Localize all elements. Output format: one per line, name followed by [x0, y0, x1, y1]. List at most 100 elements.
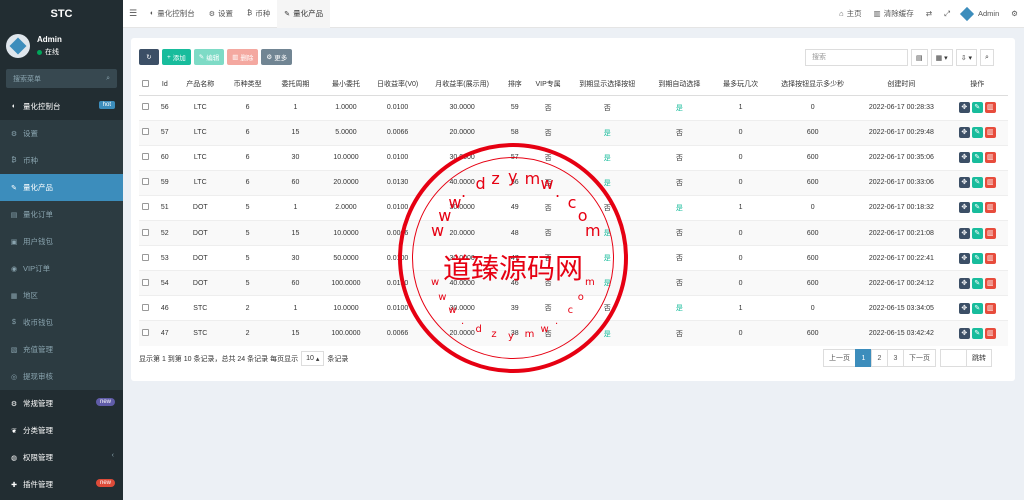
admin-menu[interactable]: Admin: [956, 6, 1005, 21]
move-icon[interactable]: ✥: [958, 227, 970, 239]
trash-icon[interactable]: ▥: [984, 252, 996, 264]
sidebar-item-1[interactable]: ⚙ 设置: [0, 120, 123, 147]
edit-icon[interactable]: ✎: [971, 252, 983, 264]
column-header[interactable]: 最小委托: [319, 74, 373, 96]
edit-icon[interactable]: ✎: [971, 328, 983, 340]
table-row[interactable]: 51 DOT 5 1 2.0000 0.0100 30.0000 49 否否是 1 0 2022-06…: [139, 194, 1008, 221]
column-header[interactable]: 最多玩几次: [712, 74, 770, 96]
edit-icon[interactable]: ✎: [971, 227, 983, 239]
row-checkbox[interactable]: [142, 203, 150, 211]
sidebar-item-5[interactable]: ▣ 用户钱包: [0, 228, 123, 255]
prev-page-button[interactable]: 上一页: [823, 349, 856, 367]
edit-icon[interactable]: ✎: [971, 152, 983, 164]
sidebar-item-14[interactable]: ✚ 插件管理 new: [0, 471, 123, 498]
sidebar-item-2[interactable]: ₿ 币种: [0, 147, 123, 174]
column-header[interactable]: 到期显示选择按钮: [568, 74, 647, 96]
row-checkbox[interactable]: [142, 228, 150, 236]
table-row[interactable]: 47 STC 2 15 100.0000 0.0066 20.0000 38 否是否 0 600 20…: [139, 320, 1008, 346]
row-checkbox[interactable]: [142, 303, 150, 311]
trash-icon[interactable]: ▥: [984, 202, 996, 214]
edit-button[interactable]: ✎ 编辑: [193, 49, 225, 65]
search-icon[interactable]: ⌕: [980, 49, 994, 66]
column-header[interactable]: 日收益率(V0): [372, 74, 423, 96]
search-icon[interactable]: ⌕: [106, 75, 110, 83]
column-header[interactable]: VIP专属: [528, 74, 569, 96]
column-header[interactable]: 创建时间: [856, 74, 947, 96]
move-icon[interactable]: ✥: [958, 328, 970, 340]
sidebar-item-3[interactable]: ✎ 量化产品: [0, 174, 123, 201]
trash-icon[interactable]: ▥: [984, 152, 996, 164]
page-button[interactable]: 1: [855, 349, 872, 367]
sidebar-item-12[interactable]: ❦ 分类管理: [0, 417, 123, 444]
jump-button[interactable]: 跳转: [966, 349, 992, 367]
sidebar-item-13[interactable]: ◍ 权限管理 ‹: [0, 444, 123, 471]
toggle-view-icon[interactable]: ▤: [911, 49, 928, 66]
refresh-button[interactable]: ↻: [139, 49, 159, 65]
move-icon[interactable]: ✥: [958, 202, 970, 214]
table-row[interactable]: 59 LTC 6 60 20.0000 0.0130 40.0000 56 否是否 0 600 202…: [139, 169, 1008, 196]
page-button[interactable]: 2: [871, 349, 888, 367]
column-header[interactable]: 币种类型: [223, 74, 272, 96]
translate-icon[interactable]: ⇄: [920, 9, 938, 18]
settings-icon[interactable]: ⚙: [1005, 9, 1024, 18]
tab-3[interactable]: ✎ 量化产品: [277, 0, 331, 28]
edit-icon[interactable]: ✎: [971, 277, 983, 289]
row-checkbox[interactable]: [142, 178, 150, 186]
row-checkbox[interactable]: [142, 278, 150, 286]
menu-toggle-icon[interactable]: ☰: [123, 8, 143, 19]
column-header[interactable]: Id: [152, 74, 177, 96]
columns-icon[interactable]: ▦ ▾: [930, 49, 953, 66]
edit-icon[interactable]: ✎: [971, 127, 983, 139]
next-page-button[interactable]: 下一页: [903, 349, 936, 367]
tab-2[interactable]: ₿ 币种: [240, 0, 277, 28]
sidebar-item-11[interactable]: ⚙ 常规管理 new: [0, 390, 123, 417]
column-header[interactable]: 到期自动选择: [646, 74, 713, 96]
move-icon[interactable]: ✥: [958, 302, 970, 314]
row-checkbox[interactable]: [142, 329, 150, 337]
row-checkbox[interactable]: [142, 128, 150, 136]
move-icon[interactable]: ✥: [958, 102, 970, 114]
trash-icon[interactable]: ▥: [984, 328, 996, 340]
trash-icon[interactable]: ▥: [984, 277, 996, 289]
delete-button[interactable]: ▥ 删除: [227, 49, 259, 65]
sidebar-item-10[interactable]: ◎ 提现审核: [0, 363, 123, 390]
move-icon[interactable]: ✥: [958, 152, 970, 164]
edit-icon[interactable]: ✎: [971, 202, 983, 214]
sidebar-item-8[interactable]: $ 收币钱包: [0, 309, 123, 336]
jump-page-input[interactable]: [940, 349, 967, 367]
edit-icon[interactable]: ✎: [971, 177, 983, 189]
trash-icon[interactable]: ▥: [984, 177, 996, 189]
row-checkbox[interactable]: [142, 103, 150, 111]
trash-icon[interactable]: ▥: [984, 102, 996, 114]
select-all-checkbox[interactable]: [142, 79, 150, 87]
table-row[interactable]: 60 LTC 6 30 10.0000 0.0100 30.0000 57 否是否 0 600 202…: [139, 144, 1008, 171]
tab-0[interactable]: ◐ 量化控制台: [143, 0, 202, 28]
sidebar-item-6[interactable]: ◉ VIP订单: [0, 255, 123, 282]
row-checkbox[interactable]: [142, 153, 150, 161]
home-link[interactable]: ⌂ 主页: [833, 8, 868, 19]
table-row[interactable]: 52 DOT 5 15 10.0000 0.0066 20.0000 48 否是否 0 600 202…: [139, 219, 1008, 246]
trash-icon[interactable]: ▥: [984, 127, 996, 139]
tab-1[interactable]: ⚙ 设置: [202, 0, 240, 28]
table-row[interactable]: 46 STC 2 1 10.0000 0.0100 30.0000 39 否否是 1 0 2022-0…: [139, 295, 1008, 321]
sidebar-search-input[interactable]: 搜索菜单 ⌕: [6, 69, 117, 88]
move-icon[interactable]: ✥: [958, 177, 970, 189]
sidebar-item-7[interactable]: ▦ 地区: [0, 282, 123, 309]
column-header[interactable]: 排序: [501, 74, 529, 96]
sidebar-item-4[interactable]: ▤ 量化订单: [0, 201, 123, 228]
add-button[interactable]: + 添加: [162, 49, 191, 65]
page-button[interactable]: 3: [887, 349, 904, 367]
column-header[interactable]: 月收益率(展示用): [422, 74, 502, 96]
brand-logo[interactable]: STC: [0, 0, 123, 28]
table-row[interactable]: 53 DOT 5 30 50.0000 0.0100 30.0000 47 否是否 0 600 202…: [139, 245, 1008, 271]
column-header[interactable]: 委托周期: [271, 74, 320, 96]
more-button[interactable]: ⚙ 更多: [261, 49, 293, 65]
trash-icon[interactable]: ▥: [984, 227, 996, 239]
move-icon[interactable]: ✥: [958, 277, 970, 289]
sidebar-item-0[interactable]: ◐ 量化控制台 hot: [0, 93, 123, 120]
trash-icon[interactable]: ▥: [984, 302, 996, 314]
sidebar-item-9[interactable]: ▧ 充值管理: [0, 336, 123, 363]
export-icon[interactable]: ⇩ ▾: [955, 49, 978, 66]
column-header[interactable]: 操作: [946, 74, 1008, 96]
edit-icon[interactable]: ✎: [971, 102, 983, 114]
